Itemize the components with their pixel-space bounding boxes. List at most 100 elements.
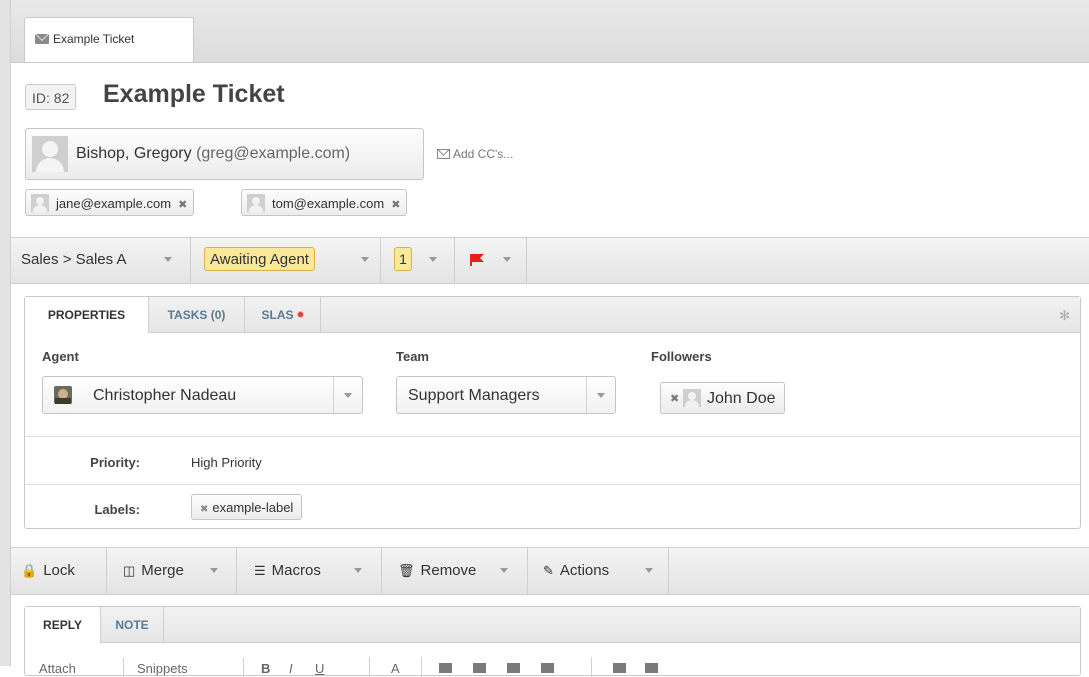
lock-label: Lock [43, 562, 75, 579]
chevron-down-icon [503, 257, 511, 262]
numbered-list-icon[interactable] [473, 663, 486, 673]
label-name: example-label [212, 500, 294, 515]
sla-status-dot [296, 311, 304, 318]
department-label: Sales > Sales A [21, 251, 127, 268]
macros-label: Macros [271, 562, 321, 579]
priority-value[interactable]: High Priority [191, 455, 262, 470]
department-dropdown[interactable]: Sales > Sales A [11, 238, 191, 283]
properties-tab-bar: PROPERTIES TASKS (0) SLAS ✻ [25, 297, 1080, 333]
chevron-down-icon [333, 377, 362, 413]
agent-avatar [54, 386, 72, 404]
team-value: Support Managers [408, 387, 540, 404]
followers-label: Followers [651, 349, 712, 364]
requester-name: Bishop, Gregory [76, 145, 192, 162]
cc-chip-tom[interactable]: tom@example.com ✖ [241, 189, 408, 216]
remove-icon[interactable]: ✖ [178, 199, 187, 211]
tab-label: Example Ticket [53, 32, 135, 46]
reply-tab-bar: REPLY NOTE [25, 607, 1080, 643]
divider [591, 657, 592, 677]
add-cc-label: Add CC's... [453, 147, 514, 161]
snippets-button[interactable]: Snippets [137, 661, 188, 676]
divider [421, 657, 422, 677]
ticket-tab-strip: Example Ticket [11, 0, 1089, 63]
label-chip[interactable]: ✖ example-label [191, 494, 303, 520]
code-icon[interactable] [645, 663, 658, 673]
list-icon[interactable] [439, 663, 452, 673]
ticket-id-badge: ID: 82 [25, 84, 77, 110]
agent-label: Agent [42, 349, 79, 364]
urgency-badge[interactable]: 1 [394, 247, 412, 271]
labels-label: Labels: [94, 502, 140, 517]
list-icon: ☰ [254, 563, 266, 578]
chevron-down-icon [354, 568, 362, 573]
align-left-icon[interactable] [507, 663, 520, 673]
divider [123, 657, 124, 677]
team-label: Team [396, 349, 429, 364]
team-select[interactable]: Support Managers [396, 376, 616, 414]
divider [243, 657, 244, 677]
editor-toolbar: Attach Snippets B I U A [25, 657, 1080, 677]
font-color-button[interactable]: A [391, 661, 400, 676]
chevron-down-icon [210, 568, 218, 573]
gear-icon[interactable]: ✻ [1059, 308, 1070, 324]
chevron-down-icon [429, 257, 437, 262]
follower-chip[interactable]: ✖ John Doe [660, 382, 785, 414]
remove-icon[interactable]: ✖ [670, 392, 679, 405]
requester-avatar [32, 136, 68, 172]
user-avatar [31, 194, 49, 212]
ticket-action-bar: 🔒 Lock ◫ Merge ☰ Macros 🗑 Remove ✎ Actions [11, 547, 1089, 595]
priority-label: Priority: [90, 455, 140, 470]
image-icon[interactable] [613, 663, 626, 673]
properties-panel: PROPERTIES TASKS (0) SLAS ✻ Agent Team F… [24, 296, 1081, 529]
actions-label: Actions [559, 562, 610, 579]
flag-dropdown[interactable] [455, 238, 527, 283]
chevron-down-icon [500, 568, 508, 573]
bold-button[interactable]: B [261, 661, 270, 676]
status-badge[interactable]: Awaiting Agent [204, 247, 315, 271]
cc-chip-jane[interactable]: jane@example.com ✖ [25, 189, 195, 216]
ticket-status-bar: Sales > Sales A Awaiting Agent 1 [11, 237, 1089, 284]
agent-select[interactable]: Christopher Nadeau [42, 376, 363, 414]
remove-label: Remove [420, 562, 477, 579]
requester-name-line: Bishop, Gregory (greg@example.com) [76, 145, 350, 163]
tab-reply[interactable]: REPLY [25, 607, 101, 643]
columns-icon: ◫ [123, 563, 136, 578]
remove-dropdown[interactable]: 🗑 Remove [382, 548, 528, 594]
user-avatar [247, 194, 265, 212]
macros-dropdown[interactable]: ☰ Macros [237, 548, 382, 594]
chevron-down-icon [361, 257, 369, 262]
align-right-icon[interactable] [541, 663, 554, 673]
edit-icon: ✎ [543, 563, 554, 578]
tab-tasks[interactable]: TASKS (0) [149, 297, 245, 332]
requester-button[interactable]: Bishop, Gregory (greg@example.com) [25, 128, 424, 180]
remove-icon[interactable]: ✖ [391, 199, 400, 211]
agent-value: Christopher Nadeau [93, 387, 237, 404]
attach-button[interactable]: Attach [39, 661, 76, 676]
requester-email: (greg@example.com) [196, 145, 351, 162]
divider [369, 657, 370, 677]
italic-button[interactable]: I [289, 661, 293, 676]
actions-dropdown[interactable]: ✎ Actions [528, 548, 669, 594]
trash-icon: 🗑 [398, 563, 415, 578]
underline-button[interactable]: U [315, 661, 324, 676]
tab-example-ticket[interactable]: Example Ticket [24, 17, 194, 62]
divider [25, 436, 1080, 437]
cc-email: jane@example.com [56, 196, 172, 211]
lock-button[interactable]: 🔒 Lock [11, 548, 107, 594]
merge-label: Merge [141, 562, 184, 579]
envelope-icon [437, 149, 450, 159]
tab-slas-label: SLAS [261, 308, 294, 322]
follower-name: John Doe [707, 390, 776, 407]
window-edge [0, 0, 11, 666]
lock-icon: 🔒 [21, 563, 38, 578]
tab-slas[interactable]: SLAS [245, 297, 321, 332]
chevron-down-icon [645, 568, 653, 573]
remove-icon[interactable]: ✖ [200, 504, 208, 515]
tab-properties[interactable]: PROPERTIES [25, 297, 149, 333]
add-cc-link[interactable]: Add CC's... [437, 147, 513, 161]
ticket-title[interactable]: Example Ticket [103, 80, 285, 109]
urgency-dropdown[interactable] [381, 238, 455, 283]
tab-note[interactable]: NOTE [101, 607, 164, 642]
flag-icon[interactable] [470, 254, 484, 266]
merge-dropdown[interactable]: ◫ Merge [107, 548, 237, 594]
